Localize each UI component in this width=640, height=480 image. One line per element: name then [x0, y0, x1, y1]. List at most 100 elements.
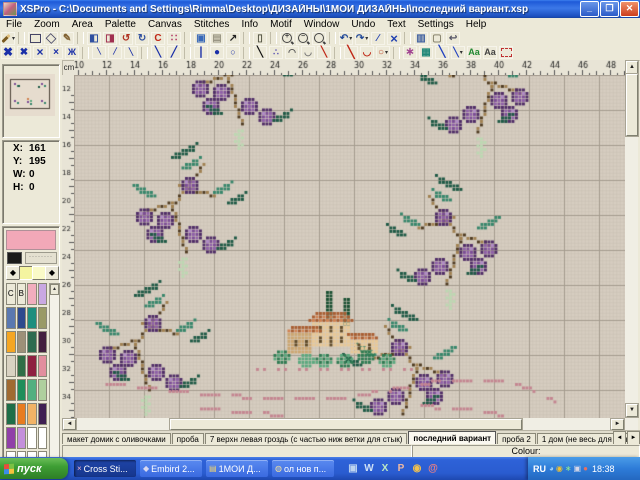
- loop-stitch[interactable]: ◡: [300, 45, 316, 60]
- scroll-left-icon[interactable]: ◄: [63, 419, 76, 430]
- palette-swatch[interactable]: [6, 355, 16, 377]
- palette-swatch[interactable]: [38, 283, 48, 305]
- dashed-select-tool[interactable]: [498, 45, 514, 60]
- long-stitch-red[interactable]: ╲: [343, 45, 359, 60]
- palette-swatch[interactable]: [38, 307, 48, 329]
- menu-window[interactable]: Window: [298, 18, 346, 31]
- half-stitch-back[interactable]: ×: [32, 45, 48, 60]
- tray-icon-network[interactable]: ▣: [574, 464, 582, 474]
- taskbar-task-button[interactable]: ◍ол нов п...: [272, 460, 334, 477]
- palette-swatch[interactable]: [6, 427, 16, 449]
- palette-swatch[interactable]: [27, 307, 37, 329]
- start-button[interactable]: пуск: [0, 458, 68, 479]
- mirror-horizontal[interactable]: ◧: [86, 31, 102, 46]
- current-colour-swatch[interactable]: [6, 230, 56, 250]
- undo[interactable]: ↶▾: [338, 31, 354, 46]
- tray-icon-volume[interactable]: ◕: [549, 464, 554, 474]
- maximize-button[interactable]: ❐: [600, 1, 619, 17]
- palette-scroll-up-icon[interactable]: ▲: [50, 284, 59, 295]
- palette-swatch[interactable]: [17, 307, 27, 329]
- redo-dropdown-icon[interactable]: ▾: [365, 35, 368, 42]
- special-stitch[interactable]: ∴: [268, 45, 284, 60]
- palette-swatch[interactable]: [6, 379, 16, 401]
- black-colour-swatch[interactable]: [7, 252, 22, 264]
- menu-stitches[interactable]: Stitches: [188, 18, 236, 31]
- rect-select-tool[interactable]: [27, 31, 43, 46]
- palette-swatch[interactable]: [6, 331, 16, 353]
- palette-swatch[interactable]: [6, 307, 16, 329]
- draw-line[interactable]: ∕: [370, 31, 386, 46]
- pattern-fill-tool[interactable]: ▦: [418, 45, 434, 60]
- pattern-tab[interactable]: последний вариант: [408, 431, 496, 445]
- palette-swatch[interactable]: [6, 403, 16, 425]
- french-knot[interactable]: ○: [225, 45, 241, 60]
- half-back-slash[interactable]: ╲: [150, 45, 166, 60]
- scale-motif[interactable]: ∷: [166, 31, 182, 46]
- rotate-right[interactable]: ↻: [134, 31, 150, 46]
- menu-info[interactable]: Info: [235, 18, 264, 31]
- straight-stitch[interactable]: ❘: [193, 45, 209, 60]
- menu-settings[interactable]: Settings: [412, 18, 460, 31]
- half-fwd-slash[interactable]: ╱: [166, 45, 182, 60]
- polygon-select-tool[interactable]: [43, 31, 59, 46]
- excel-icon[interactable]: X: [378, 462, 392, 476]
- menu-file[interactable]: File: [0, 18, 28, 31]
- palette-swatch[interactable]: [38, 379, 48, 401]
- close-button[interactable]: ✕: [620, 1, 639, 17]
- rotate-free[interactable]: C: [150, 31, 166, 46]
- backstitch-blue[interactable]: ╲: [434, 45, 450, 60]
- menu-palette[interactable]: Palette: [99, 18, 142, 31]
- tab-scroll-right-icon[interactable]: ►: [627, 431, 640, 445]
- curve-stitch[interactable]: ◠: [284, 45, 300, 60]
- quarter-stitch-tr[interactable]: ╱: [107, 45, 123, 60]
- vertical-scroll-thumb[interactable]: [626, 74, 638, 136]
- palette-c-button[interactable]: C: [6, 283, 16, 305]
- palette-swatch[interactable]: [17, 379, 27, 401]
- quarter-stitch-bl[interactable]: ╲: [123, 45, 139, 60]
- pale-yellow-button[interactable]: [32, 266, 46, 280]
- taskbar-task-button[interactable]: ◆Embird 2...: [140, 460, 202, 477]
- palette-swatch[interactable]: [38, 355, 48, 377]
- app-orange-icon[interactable]: ◉: [410, 462, 424, 476]
- paste-motif[interactable]: ▥: [413, 31, 429, 46]
- mail-icon[interactable]: @: [426, 462, 440, 476]
- tray-icon-update[interactable]: ●: [583, 464, 588, 474]
- redo[interactable]: ↷▾: [354, 31, 370, 46]
- palette-options-button[interactable]: ········: [25, 252, 57, 264]
- curve-red[interactable]: ◡: [359, 45, 375, 60]
- tray-icon-antivirus[interactable]: ∗: [565, 464, 572, 474]
- canvas-vertical-scrollbar[interactable]: ▲ ▼: [625, 60, 638, 418]
- backstitch-red[interactable]: ╲: [316, 45, 332, 60]
- powerpoint-icon[interactable]: P: [394, 462, 408, 476]
- pencil-tool[interactable]: ▾: [0, 31, 16, 46]
- palette-swatch[interactable]: [38, 403, 48, 425]
- media-app-icon[interactable]: ▣: [346, 462, 360, 476]
- full-cross-stitch[interactable]: ✖: [0, 45, 16, 60]
- scroll-right-icon[interactable]: ►: [611, 419, 624, 430]
- pencil-tool-dropdown-icon[interactable]: ▾: [12, 35, 15, 42]
- palette-swatch[interactable]: [27, 355, 37, 377]
- new-sheet[interactable]: ▢: [429, 31, 445, 46]
- knot-colour-tool[interactable]: ∗: [402, 45, 418, 60]
- palette-b-button[interactable]: B: [17, 283, 27, 305]
- menu-motif[interactable]: Motif: [264, 18, 298, 31]
- diamond-mode-left-button[interactable]: ◆: [6, 266, 20, 280]
- scroll-down-icon[interactable]: ▼: [626, 404, 638, 417]
- palette-swatch[interactable]: [38, 427, 48, 449]
- back-view[interactable]: ↩: [445, 31, 461, 46]
- zoom-out[interactable]: −: [295, 31, 311, 46]
- palette-scrollbar[interactable]: ▲ ▼: [49, 283, 60, 480]
- zoom-in[interactable]: +: [279, 31, 295, 46]
- half-stitch-fwd[interactable]: ×: [48, 45, 64, 60]
- language-indicator[interactable]: RU: [533, 464, 546, 474]
- tab-scroll-left-icon[interactable]: ◄: [613, 431, 626, 445]
- palette-swatch[interactable]: [17, 355, 27, 377]
- three-quarter-stitch[interactable]: ✖: [16, 45, 32, 60]
- backstitch-blue-alt-dropdown-icon[interactable]: ▾: [460, 49, 463, 56]
- bead-tool[interactable]: ●: [209, 45, 225, 60]
- scroll-up-icon[interactable]: ▲: [626, 61, 638, 74]
- text-tool-outline[interactable]: Aa: [466, 45, 482, 60]
- freehand-select-tool[interactable]: ✎: [59, 31, 75, 46]
- palette-swatch[interactable]: [17, 331, 27, 353]
- stitch-canvas[interactable]: [74, 75, 625, 418]
